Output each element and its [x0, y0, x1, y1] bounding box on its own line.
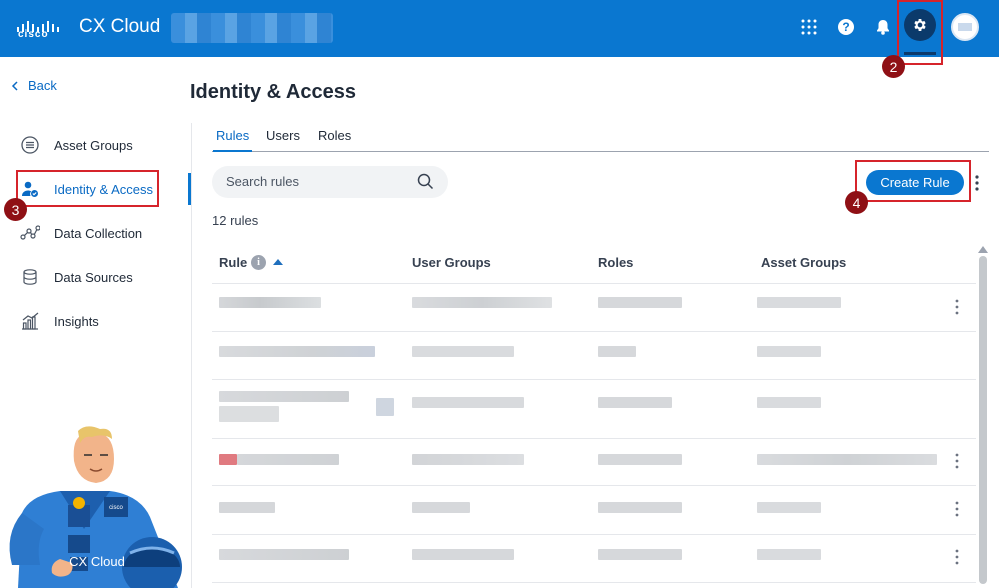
row-menu-icon[interactable] — [950, 499, 964, 519]
top-bar: cisco CX Cloud ? — [0, 0, 999, 57]
app-title[interactable]: CX Cloud — [79, 16, 160, 38]
cell-redacted — [412, 454, 524, 465]
cell-redacted-highlight — [219, 454, 237, 465]
search-box[interactable] — [212, 166, 448, 198]
rule-count: 12 rules — [212, 213, 259, 228]
tab-roles[interactable]: Roles — [318, 128, 351, 143]
cell-redacted — [598, 454, 682, 465]
mascot-badge: cisco — [109, 505, 123, 511]
table-header-divider — [212, 283, 976, 284]
more-options-icon[interactable] — [970, 172, 984, 194]
callout-box-identity-access — [16, 170, 159, 207]
cell-redacted — [219, 406, 279, 422]
scrollbar-thumb[interactable] — [979, 256, 987, 584]
column-header-rule[interactable]: Rule — [219, 255, 247, 270]
search-input[interactable] — [226, 174, 406, 189]
callout-badge-4: 4 — [845, 191, 868, 214]
help-glyph: ? — [838, 19, 854, 35]
tab-rules[interactable]: Rules — [212, 128, 253, 152]
cell-redacted — [598, 549, 682, 560]
callout-badge-2: 2 — [882, 55, 905, 78]
cell-redacted — [412, 502, 470, 513]
column-header-roles: Roles — [598, 255, 634, 270]
callout-box-create-rule — [855, 160, 971, 202]
brand-wordmark: cisco — [18, 29, 49, 40]
page-title: Identity & Access — [190, 81, 356, 103]
cell-redacted — [757, 397, 821, 408]
callout-badge-3: 3 — [4, 198, 27, 221]
search-icon[interactable] — [417, 173, 434, 190]
callout-box-settings — [897, 0, 943, 65]
tab-users[interactable]: Users — [266, 128, 300, 143]
row-divider — [212, 485, 976, 486]
tenant-selector-redacted[interactable] — [171, 13, 333, 43]
back-label: Back — [28, 78, 57, 93]
cell-redacted — [757, 549, 821, 560]
cx-cloud-astronaut-mascot: cisco CX Cloud — [9, 426, 182, 588]
cell-redacted — [412, 549, 514, 560]
cell-redacted — [598, 502, 682, 513]
cell-redacted — [219, 346, 375, 357]
cell-redacted — [757, 346, 821, 357]
back-link[interactable]: Back — [11, 78, 57, 93]
cell-redacted — [219, 391, 349, 402]
row-divider — [212, 331, 976, 332]
column-header-asset-groups: Asset Groups — [761, 255, 847, 270]
row-divider — [212, 438, 976, 439]
column-header-user-groups: User Groups — [412, 255, 491, 270]
bar-chart-icon — [20, 311, 40, 331]
sidebar-item-insights[interactable]: Insights — [0, 305, 191, 337]
cell-redacted — [219, 502, 275, 513]
scroll-up-arrow-icon[interactable] — [978, 246, 988, 253]
sidebar-item-data-collection[interactable]: Data Collection — [0, 217, 191, 249]
nodes-icon — [20, 223, 40, 243]
sort-ascending-icon[interactable] — [273, 259, 283, 265]
sidebar-item-label: Data Sources — [54, 269, 133, 285]
sidebar-item-label: Data Collection — [54, 225, 143, 241]
sidebar-item-asset-groups[interactable]: Asset Groups — [0, 129, 191, 161]
stack-icon — [20, 135, 40, 155]
row-divider — [212, 582, 976, 583]
cell-redacted — [757, 454, 937, 465]
info-icon[interactable]: i — [251, 255, 266, 270]
row-menu-icon[interactable] — [950, 451, 964, 471]
cell-redacted — [412, 346, 514, 357]
cell-redacted — [219, 549, 349, 560]
row-divider — [212, 534, 976, 535]
help-icon[interactable]: ? — [831, 12, 861, 42]
sidebar-item-label: Asset Groups — [54, 137, 133, 153]
row-divider — [212, 379, 976, 380]
cell-redacted — [219, 297, 321, 308]
row-menu-icon[interactable] — [950, 297, 964, 317]
row-menu-icon[interactable] — [950, 547, 964, 567]
chevron-left-icon — [11, 80, 18, 91]
cell-redacted — [757, 502, 821, 513]
apps-grid-icon[interactable] — [794, 12, 824, 42]
cell-redacted — [412, 297, 552, 308]
sidebar-item-label: Insights — [54, 313, 99, 329]
bell-icon[interactable] — [868, 12, 898, 42]
cell-redacted — [237, 454, 339, 465]
database-icon — [20, 267, 40, 287]
mascot-label: CX Cloud — [69, 554, 125, 569]
cell-redacted — [376, 398, 394, 416]
cell-redacted — [598, 397, 672, 408]
avatar[interactable] — [951, 13, 979, 41]
cell-redacted — [757, 297, 841, 308]
cell-redacted — [598, 346, 636, 357]
cell-redacted — [598, 297, 682, 308]
sidebar-item-data-sources[interactable]: Data Sources — [0, 261, 191, 293]
tab-bar: Rules Users Roles — [212, 121, 989, 152]
cell-redacted — [412, 397, 524, 408]
